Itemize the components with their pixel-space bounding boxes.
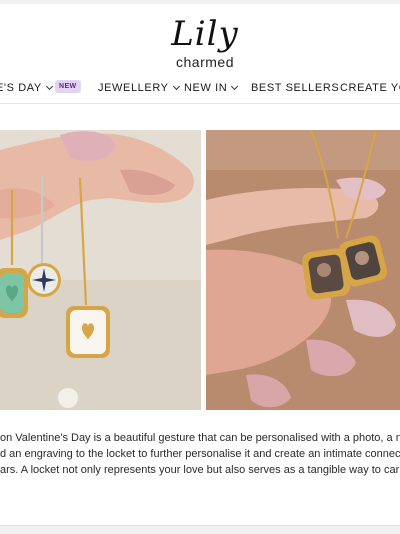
- chevron-down-icon: [45, 82, 53, 91]
- necklaces-illustration: [0, 130, 201, 410]
- page-frame: Lily charmed E'S DAY JEWELLERY NEW IN BE…: [0, 4, 400, 526]
- nav-item-valentines-day[interactable]: E'S DAY: [0, 82, 53, 94]
- necklaces-photo: [0, 130, 201, 410]
- new-badge: NEW: [55, 80, 81, 93]
- nav-item-label: E'S DAY: [0, 82, 42, 94]
- chevron-down-icon: [172, 82, 180, 91]
- brand-logo[interactable]: Lily charmed: [165, 14, 245, 76]
- locket-illustration: [206, 130, 400, 410]
- photo-row: [0, 130, 400, 410]
- chevron-down-icon: [231, 82, 239, 91]
- site-header: Lily charmed E'S DAY JEWELLERY NEW IN BE…: [0, 4, 400, 104]
- article-line: d an engraving to the locket to further …: [0, 448, 400, 460]
- logo-script: Lily: [171, 14, 239, 54]
- nav-item-label: JEWELLERY: [98, 82, 169, 94]
- article-text: on Valentine's Day is a beautiful gestur…: [0, 430, 400, 478]
- nav-item-best-sellers[interactable]: BEST SELLERS: [251, 82, 339, 94]
- nav-item-new-in[interactable]: NEW IN: [184, 82, 239, 94]
- nav-item-label: CREATE YOU: [340, 82, 400, 94]
- article-line: on Valentine's Day is a beautiful gestur…: [0, 432, 400, 444]
- nav-item-jewellery[interactable]: JEWELLERY: [98, 82, 180, 94]
- nav-item-label: BEST SELLERS: [251, 82, 340, 94]
- nav-item-create-your-own[interactable]: CREATE YOU: [340, 82, 400, 94]
- nav-item-label: NEW IN: [184, 82, 228, 94]
- logo-subtitle: charmed: [176, 54, 234, 70]
- locket-photo: [206, 130, 400, 410]
- article-line: ars. A locket not only represents your l…: [0, 464, 400, 476]
